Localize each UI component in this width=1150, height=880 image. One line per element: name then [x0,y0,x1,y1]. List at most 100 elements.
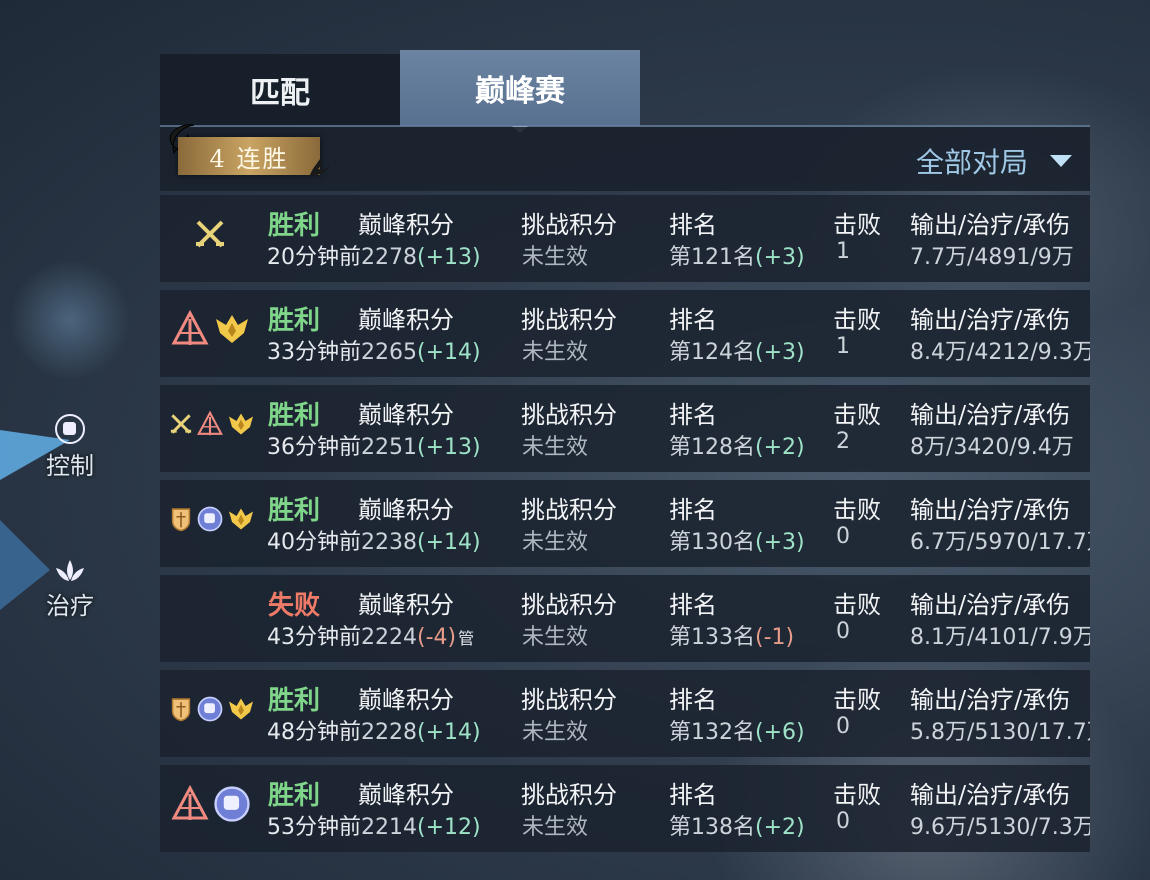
match-result: 胜利 [268,781,321,811]
rank-value: 第130名 [669,530,755,555]
gold-wings-icon [212,309,252,353]
side-button-control[interactable]: 控制 [40,412,100,481]
challenge-score-value: 未生效 [522,245,589,270]
rank-value-group: 第138名(+2) [669,809,805,841]
peak-score-delta: (+13) [417,245,481,270]
side-button-label: 治疗 [46,592,94,620]
defeats-label: 击败 [833,496,881,524]
match-time: 53分钟前 [267,815,361,840]
tab-match[interactable]: 匹配 [160,54,400,126]
rank-value-group: 第132名(+6) [669,714,805,746]
match-role-icons [160,195,260,282]
peak-score-delta: (+14) [417,720,481,745]
stats-label: 输出/治疗/承伤 [910,211,1071,239]
challenge-score-value: 未生效 [522,530,589,555]
match-row[interactable]: 胜利 33分钟前2265(+14) 巅峰积分 挑战积分 未生效 排名 第124名(+3) 击败… [160,290,1090,377]
match-history-list: 胜利 20分钟前2278(+13) 巅峰积分 挑战积分 未生效 排名 第121名(+3) 击败… [160,195,1090,860]
match-row[interactable]: 胜利 53分钟前2214(+12) 巅峰积分 挑战积分 未生效 排名 第138名(+2) 击败… [160,765,1090,852]
defeats-value: 0 [836,809,850,834]
match-time-and-score: 43分钟前2224(-4) 管 [267,619,474,651]
challenge-score-label: 挑战积分 [521,211,617,239]
stats-label: 输出/治疗/承伤 [910,306,1071,334]
match-row[interactable]: 胜利 20分钟前2278(+13) 巅峰积分 挑战积分 未生效 排名 第121名(+3) 击败… [160,195,1090,282]
stats-label: 输出/治疗/承伤 [910,401,1071,429]
rank-value-group: 第133名(-1) [669,619,794,651]
peak-score-delta: (-4) [417,625,457,650]
peak-score-value: 2251 [361,435,417,460]
match-result: 胜利 [268,496,321,526]
peak-score-value: 2228 [361,720,417,745]
match-role-icons [160,670,260,757]
side-button-label: 控制 [46,452,94,480]
note-mark: 管 [458,629,475,648]
match-time: 20分钟前 [267,245,361,270]
peak-score-label: 巅峰积分 [358,211,454,239]
rank-value: 第132名 [669,720,755,745]
peak-score-delta: (+14) [417,530,481,555]
flame-ornament-icon [310,157,338,176]
stats-value: 6.7万/5970/17.7万 [910,530,1090,555]
match-result: 胜利 [268,686,321,716]
match-role-icons [160,575,260,662]
rank-label: 排名 [669,686,717,714]
rank-value-group: 第128名(+2) [669,429,805,461]
match-row[interactable]: 失败 43分钟前2224(-4) 管巅峰积分 挑战积分 未生效 排名 第133名(-1) 击败… [160,575,1090,662]
match-time-and-score: 53分钟前2214(+12) [267,809,481,841]
defeats-value: 1 [836,239,850,264]
match-row[interactable]: 胜利 36分钟前2251(+13) 巅峰积分 挑战积分 未生效 排名 第128名(+2) 击败… [160,385,1090,472]
peak-score-label: 巅峰积分 [358,781,454,809]
match-time: 33分钟前 [267,340,361,365]
fist-icon [212,784,252,828]
match-row[interactable]: 胜利 40分钟前2238(+14) 巅峰积分 挑战积分 未生效 排名 第130名(+3) 击败… [160,480,1090,567]
chevron-down-icon [1050,155,1072,167]
stats-label: 输出/治疗/承伤 [910,686,1071,714]
rank-label: 排名 [669,211,717,239]
match-filter-dropdown[interactable]: 全部对局 [916,141,1072,181]
match-time-and-score: 33分钟前2265(+14) [267,334,481,366]
peak-score-label: 巅峰积分 [358,496,454,524]
rank-value: 第124名 [669,340,755,365]
rank-label: 排名 [669,781,717,809]
defeats-label: 击败 [833,306,881,334]
gold-wings-icon [226,504,256,538]
crossed-swords-icon [168,411,194,441]
side-button-heal[interactable]: 治疗 [40,556,100,621]
peak-score-label: 巅峰积分 [358,306,454,334]
stats-label: 输出/治疗/承伤 [910,496,1071,524]
defeats-value: 0 [836,714,850,739]
match-result: 失败 [268,591,321,621]
red-arrow-icon [170,784,210,828]
stats-value: 5.8万/5130/17.7万 [910,720,1090,745]
rank-delta: (+2) [755,815,805,840]
peak-score-label: 巅峰积分 [358,686,454,714]
match-time-and-score: 40分钟前2238(+14) [267,524,481,556]
match-row[interactable]: 胜利 48分钟前2228(+14) 巅峰积分 挑战积分 未生效 排名 第132名(+6) 击败… [160,670,1090,757]
peak-score-delta: (+13) [417,435,481,460]
defeats-label: 击败 [833,686,881,714]
challenge-score-value: 未生效 [522,340,589,365]
mode-tabs: 匹配 巅峰赛 [160,50,1090,133]
peak-score-value: 2214 [361,815,417,840]
match-time: 48分钟前 [267,720,361,745]
challenge-score-label: 挑战积分 [521,781,617,809]
peak-score-label: 巅峰积分 [358,591,454,619]
challenge-score-label: 挑战积分 [521,496,617,524]
peak-score-value: 2265 [361,340,417,365]
peak-score-value: 2278 [361,245,417,270]
challenge-score-value: 未生效 [522,435,589,460]
match-role-icons [160,765,260,852]
win-streak-label: 4 连胜 [209,144,289,173]
defeats-value: 2 [836,429,850,454]
stats-value: 8.4万/4212/9.3万 [910,340,1090,365]
rank-label: 排名 [669,591,717,619]
match-role-icons [160,385,260,472]
stats-value: 8万/3420/9.4万 [910,435,1074,460]
win-streak-badge: 4 连胜 [178,137,320,175]
rank-delta: (+3) [755,245,805,270]
match-result: 胜利 [268,401,321,431]
lotus-icon [56,560,84,581]
match-time-and-score: 36分钟前2251(+13) [267,429,481,461]
tab-peak[interactable]: 巅峰赛 [400,50,640,133]
match-result: 胜利 [268,211,321,241]
rank-value: 第133名 [669,625,755,650]
